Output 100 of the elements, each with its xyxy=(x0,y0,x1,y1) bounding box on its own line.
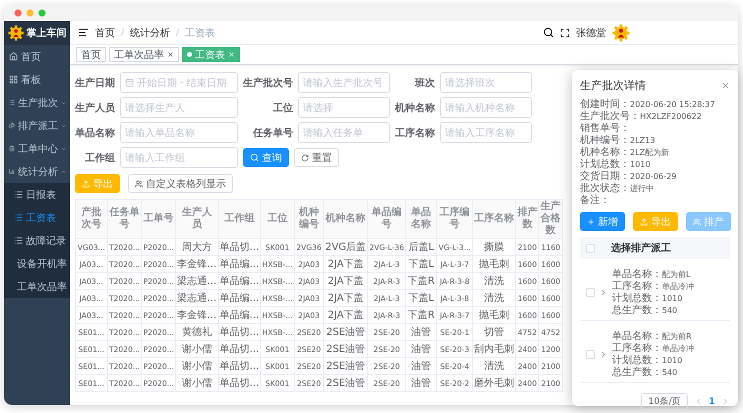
column-header: 生产合格数 xyxy=(538,200,562,238)
users-icon xyxy=(135,180,143,188)
expand-icon[interactable] xyxy=(599,288,608,297)
page-size-select[interactable]: 10条/页 xyxy=(641,393,688,410)
detail-field: 机种名称：2LZ配为新 xyxy=(580,147,730,158)
checkbox[interactable] xyxy=(586,244,595,252)
table-cell: 单品编... xyxy=(218,272,261,290)
checkbox[interactable] xyxy=(586,350,595,359)
column-header: 任务单号 xyxy=(107,200,142,238)
filter-label: 机种名称 xyxy=(395,102,435,114)
search-icon[interactable] xyxy=(543,27,554,38)
next-page-icon[interactable] xyxy=(721,397,730,406)
filter-label: 任务单号 xyxy=(252,126,293,140)
breadcrumb-link[interactable]: 工资表 xyxy=(185,26,216,40)
detail-field: 创建时间：2020-06-20 15:28:37 xyxy=(580,99,730,110)
column-header: 机种编号 xyxy=(294,200,324,238)
detail-field: 备注： xyxy=(580,195,730,206)
table-cell: 2SE油管 xyxy=(324,324,368,340)
expand-icon[interactable] xyxy=(599,350,608,359)
table-cell: 单品切... xyxy=(218,238,261,256)
table-cell: 单品编... xyxy=(218,256,261,272)
filter-label: 工作组 xyxy=(84,152,115,164)
page-tab[interactable]: 工单次品率 xyxy=(109,47,179,62)
sidebar-item[interactable]: 工单中心 xyxy=(4,137,70,160)
detail-field: 单品名称：配为前L xyxy=(612,269,724,280)
sidebar-subitem[interactable]: 工资表 xyxy=(4,206,70,229)
sidebar-subitem[interactable]: 设备开机率 xyxy=(4,252,70,275)
page-tab[interactable]: 工资表 xyxy=(182,47,240,62)
dialog-title: 生产批次详情 xyxy=(580,78,646,93)
calendar-icon xyxy=(125,78,134,87)
table-cell: 清洗 xyxy=(472,358,516,374)
table-cell: 油管 xyxy=(406,374,437,392)
table-cell: 单品编... xyxy=(218,290,261,306)
detail-field: 计划总数：1010 xyxy=(612,293,724,304)
breadcrumb-link[interactable]: 首页 xyxy=(95,26,115,40)
sidebar-item[interactable]: 排产派工 xyxy=(4,114,70,137)
filter-label: 工位 xyxy=(272,102,293,114)
table-cell: 单品切... xyxy=(218,358,261,374)
column-header: 工序名称 xyxy=(472,200,516,238)
table-cell: 撕膜 xyxy=(472,238,516,256)
page-number[interactable]: 1 xyxy=(708,396,715,406)
columns-button[interactable]: 自定义表格列显示 xyxy=(128,174,233,193)
filter-label: 生产批次号 xyxy=(243,76,293,90)
sidebar-subitem[interactable]: 日报表 xyxy=(4,183,70,206)
column-header: 生产人员 xyxy=(176,200,218,238)
app-name: 掌上车间 xyxy=(26,26,66,40)
sidebar-item[interactable]: 统计分析 xyxy=(4,160,70,183)
sidebar-subitem[interactable]: 工单次品率 xyxy=(4,275,70,298)
menu-icon[interactable] xyxy=(78,27,89,38)
column-header: 单品编号 xyxy=(368,200,406,238)
column-header: 工位 xyxy=(260,200,294,238)
detail-field: 总生产数：540 xyxy=(612,305,724,316)
column-header: 工序编号 xyxy=(436,200,473,238)
checkbox[interactable] xyxy=(586,288,595,297)
search-icon xyxy=(250,153,259,162)
table-cell: 2SE油管 xyxy=(324,340,368,358)
table-cell: 李金锋... xyxy=(176,256,218,272)
list-icon xyxy=(14,190,23,199)
detail-field: 单品名称：配为前R xyxy=(612,331,724,342)
menu-item-icon xyxy=(9,98,15,107)
search-button[interactable]: 查询 xyxy=(243,148,289,167)
logo-icon xyxy=(8,25,24,41)
filter-label: 工序名称 xyxy=(395,126,435,140)
filter-label: 生产日期 xyxy=(75,76,115,90)
table-cell: 下盖L xyxy=(406,290,437,306)
table-cell: 抛毛刺 xyxy=(472,306,516,324)
column-header: 机种名称 xyxy=(324,200,368,238)
column-header: 排产数 xyxy=(516,200,539,238)
column-header: 单品名称 xyxy=(406,200,437,238)
table-cell: 周大方 xyxy=(176,238,218,256)
table-cell: 单品编... xyxy=(218,306,261,324)
table-cell: 刮内毛刺 xyxy=(472,340,516,358)
table-cell: 2JA下盖 xyxy=(324,256,368,272)
window-controls-drawing xyxy=(14,9,48,17)
close-icon[interactable] xyxy=(167,51,174,58)
reset-button[interactable]: 重置 xyxy=(294,148,339,167)
detail-field: 批次状态：进行中 xyxy=(580,183,730,194)
table-cell: 2JA下盖 xyxy=(324,290,368,306)
menu-item-icon xyxy=(9,52,18,61)
detail-field: 生产批次号：HX2LZF200622 xyxy=(580,111,730,122)
sidebar-item[interactable]: 看板 xyxy=(4,68,70,91)
add-button[interactable]: 新增 xyxy=(580,212,625,231)
upload-icon xyxy=(82,180,90,188)
detail-field: 机种编号：2LZ13 xyxy=(580,135,730,146)
table-cell: 单品切... xyxy=(218,340,261,358)
breadcrumb-link[interactable]: 统计分析 xyxy=(130,26,170,40)
fullscreen-icon[interactable] xyxy=(560,28,570,38)
detail-field: 计划总数：1010 xyxy=(580,159,730,170)
filter-label: 班次 xyxy=(414,76,435,90)
page-tab[interactable]: 首页 xyxy=(76,47,106,62)
sidebar-subitem[interactable]: 故障记录 xyxy=(4,229,70,252)
table-cell: 2SE油管 xyxy=(324,374,368,392)
list-header-title: 选择排产派工 xyxy=(611,242,671,255)
table-cell: 磨外毛刺 xyxy=(472,374,516,392)
table-cell: 黄德礼 xyxy=(176,324,218,340)
sidebar-item[interactable]: 首页 xyxy=(4,45,70,68)
menu-item-icon xyxy=(9,167,15,176)
column-header: 工单号 xyxy=(142,200,176,238)
sidebar-item[interactable]: 生产批次 xyxy=(4,91,70,114)
upload-icon xyxy=(640,218,648,226)
